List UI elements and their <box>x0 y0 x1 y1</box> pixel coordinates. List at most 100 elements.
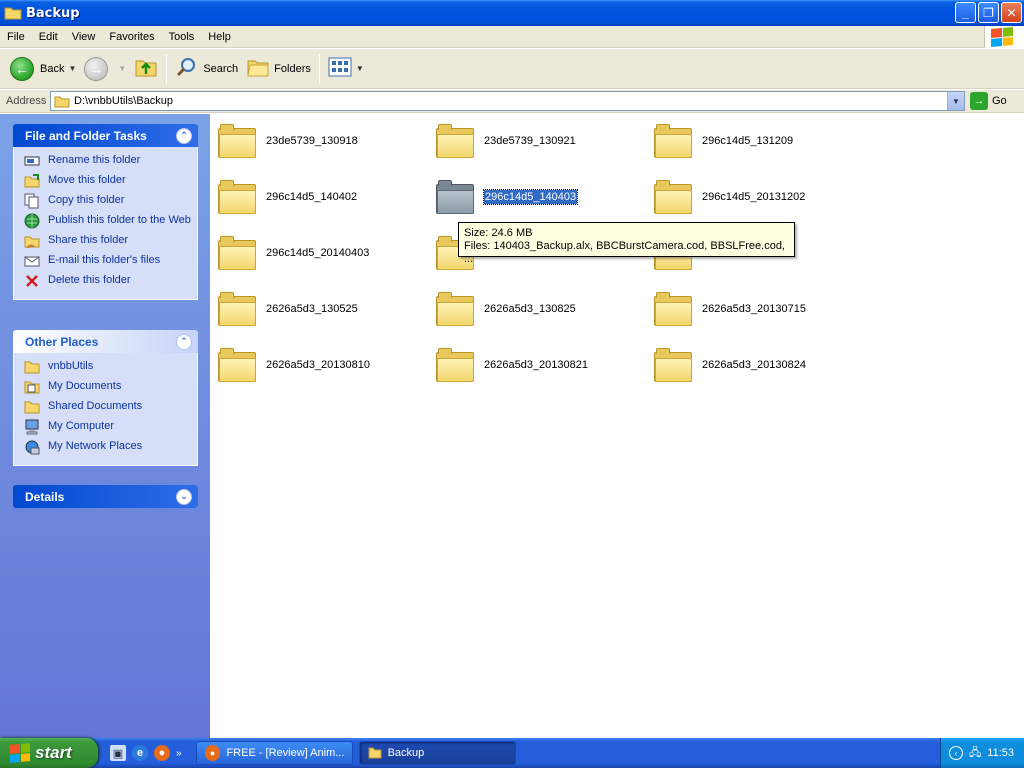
my-documents-icon <box>24 379 40 395</box>
task-move-folder[interactable]: Move this folder <box>24 173 197 193</box>
taskbar-item-backup[interactable]: Backup <box>358 741 516 765</box>
go-button[interactable]: → Go <box>970 92 1007 110</box>
file-folder-tasks-header[interactable]: File and Folder Tasks ⌃ <box>13 124 198 147</box>
back-button[interactable]: ← Back ▼ <box>6 52 80 86</box>
email-icon <box>24 253 40 269</box>
folder-item[interactable]: 23de5739_130918 <box>218 117 428 165</box>
task-pane: File and Folder Tasks ⌃ Rename this fold… <box>0 114 210 738</box>
close-button[interactable]: ✕ <box>1001 2 1022 23</box>
move-icon <box>24 173 40 189</box>
folder-name: 2626a5d3_20130810 <box>266 359 371 371</box>
folder-item[interactable]: 296c14d5_140403 <box>436 173 646 221</box>
chevron-left-icon[interactable]: ‹ <box>949 746 964 760</box>
search-label: Search <box>203 62 239 75</box>
folder-name: 23de5739_130918 <box>266 135 358 147</box>
folder-item[interactable]: 296c14d5_140402 <box>218 173 428 221</box>
folder-name: 2626a5d3_130525 <box>266 303 358 315</box>
folders-label: Folders <box>274 62 311 75</box>
views-button[interactable]: ▼ <box>324 52 368 86</box>
folder-item[interactable]: 2626a5d3_20130810 <box>218 341 428 389</box>
folders-button[interactable]: Folders <box>242 52 315 86</box>
share-icon <box>24 233 40 249</box>
expand-icon[interactable]: ⌄ <box>176 488 192 505</box>
title-bar[interactable]: Backup _ ❐ ✕ <box>0 0 1024 26</box>
search-icon <box>175 55 199 82</box>
show-desktop-icon[interactable]: ▣ <box>110 745 126 761</box>
folder-name: 296c14d5_131209 <box>702 135 794 147</box>
task-copy-folder[interactable]: Copy this folder <box>24 193 197 213</box>
folder-icon <box>368 747 382 759</box>
clock[interactable]: 11:53 <box>987 747 1014 759</box>
other-places-header[interactable]: Other Places ⌃ <box>13 330 198 353</box>
network-icon[interactable]: 🖧 <box>969 744 981 763</box>
task-publish-web[interactable]: Publish this folder to the Web <box>24 213 197 233</box>
chevron-down-icon[interactable]: ▼ <box>356 64 364 73</box>
folder-item[interactable]: 2626a5d3_20130715 <box>654 285 864 333</box>
copy-icon <box>24 193 40 209</box>
place-shared-documents[interactable]: Shared Documents <box>24 399 197 419</box>
folder-icon <box>4 6 22 20</box>
folder-item[interactable]: 23de5739_130921 <box>436 117 646 165</box>
toolbar-separator <box>166 53 168 84</box>
collapse-icon[interactable]: ⌃ <box>176 127 192 144</box>
folder-item[interactable]: 296c14d5_131209 <box>654 117 864 165</box>
forward-button[interactable]: → ▼ <box>80 52 130 86</box>
folder-icon <box>218 124 256 158</box>
folder-icon <box>218 292 256 326</box>
window-title: Backup <box>26 5 80 21</box>
folder-icon <box>436 124 474 158</box>
menu-tools[interactable]: Tools <box>162 31 202 43</box>
folder-name: 296c14d5_20140403 <box>266 247 370 259</box>
place-my-computer[interactable]: My Computer <box>24 419 197 439</box>
folder-view[interactable]: 23de5739_130918 23de5739_130921 296c14d5_1… <box>210 114 1024 738</box>
task-delete-folder[interactable]: Delete this folder <box>24 273 197 293</box>
folder-item[interactable]: 296c14d5_20140403 <box>218 229 428 277</box>
taskbar: start ▣ e ● » ● FREE - [Review] Anim... … <box>0 738 1024 768</box>
details-header[interactable]: Details ⌄ <box>13 485 198 508</box>
task-rename-folder[interactable]: Rename this folder <box>24 153 197 173</box>
firefox-icon: ● <box>204 745 221 761</box>
folder-item[interactable]: 2626a5d3_20130824 <box>654 341 864 389</box>
address-label: Address <box>6 95 47 107</box>
chevron-down-icon[interactable]: ▼ <box>118 64 126 73</box>
network-places-icon <box>24 439 40 455</box>
taskbar-item-firefox[interactable]: ● FREE - [Review] Anim... <box>195 741 353 765</box>
menu-bar: File Edit View Favorites Tools Help <box>0 26 1024 48</box>
rename-icon <box>24 153 40 169</box>
chevron-down-icon[interactable]: ▼ <box>68 64 76 73</box>
menu-favorites[interactable]: Favorites <box>102 31 161 43</box>
folder-item[interactable]: 2626a5d3_130825 <box>436 285 646 333</box>
folders-icon <box>246 56 270 81</box>
task-email-files[interactable]: E-mail this folder's files <box>24 253 197 273</box>
up-button[interactable] <box>130 52 162 86</box>
task-share-folder[interactable]: Share this folder <box>24 233 197 253</box>
internet-explorer-icon[interactable]: e <box>132 745 148 761</box>
menu-file[interactable]: File <box>0 31 32 43</box>
start-button[interactable]: start <box>0 738 98 768</box>
folder-icon <box>218 236 256 270</box>
firefox-icon[interactable]: ● <box>154 745 170 761</box>
chevron-right-icon[interactable]: » <box>176 748 182 759</box>
address-input[interactable]: D:\vnbbUtils\Backup ▼ <box>50 91 965 111</box>
place-my-network-places[interactable]: My Network Places <box>24 439 197 459</box>
tooltip-files: Files: 140403_Backup.alx, BBCBurstCamera… <box>464 240 785 265</box>
folder-name: 2626a5d3_130825 <box>484 303 576 315</box>
menu-view[interactable]: View <box>65 31 103 43</box>
maximize-button[interactable]: ❐ <box>978 2 999 23</box>
folder-icon <box>654 180 692 214</box>
folder-item[interactable]: 2626a5d3_20130821 <box>436 341 646 389</box>
folder-item[interactable]: 296c14d5_20131202 <box>654 173 864 221</box>
collapse-icon[interactable]: ⌃ <box>176 333 192 350</box>
minimize-button[interactable]: _ <box>955 2 976 23</box>
menu-help[interactable]: Help <box>201 31 238 43</box>
folder-icon <box>436 180 474 214</box>
folder-icon <box>218 180 256 214</box>
address-dropdown-button[interactable]: ▼ <box>947 92 964 110</box>
folder-name: 296c14d5_140403 <box>482 189 579 205</box>
search-button[interactable]: Search <box>171 52 242 86</box>
place-my-documents[interactable]: My Documents <box>24 379 197 399</box>
go-arrow-icon: → <box>970 92 988 110</box>
folder-item[interactable]: 2626a5d3_130525 <box>218 285 428 333</box>
menu-edit[interactable]: Edit <box>32 31 65 43</box>
place-vnbbutils[interactable]: vnbbUtils <box>24 359 197 379</box>
